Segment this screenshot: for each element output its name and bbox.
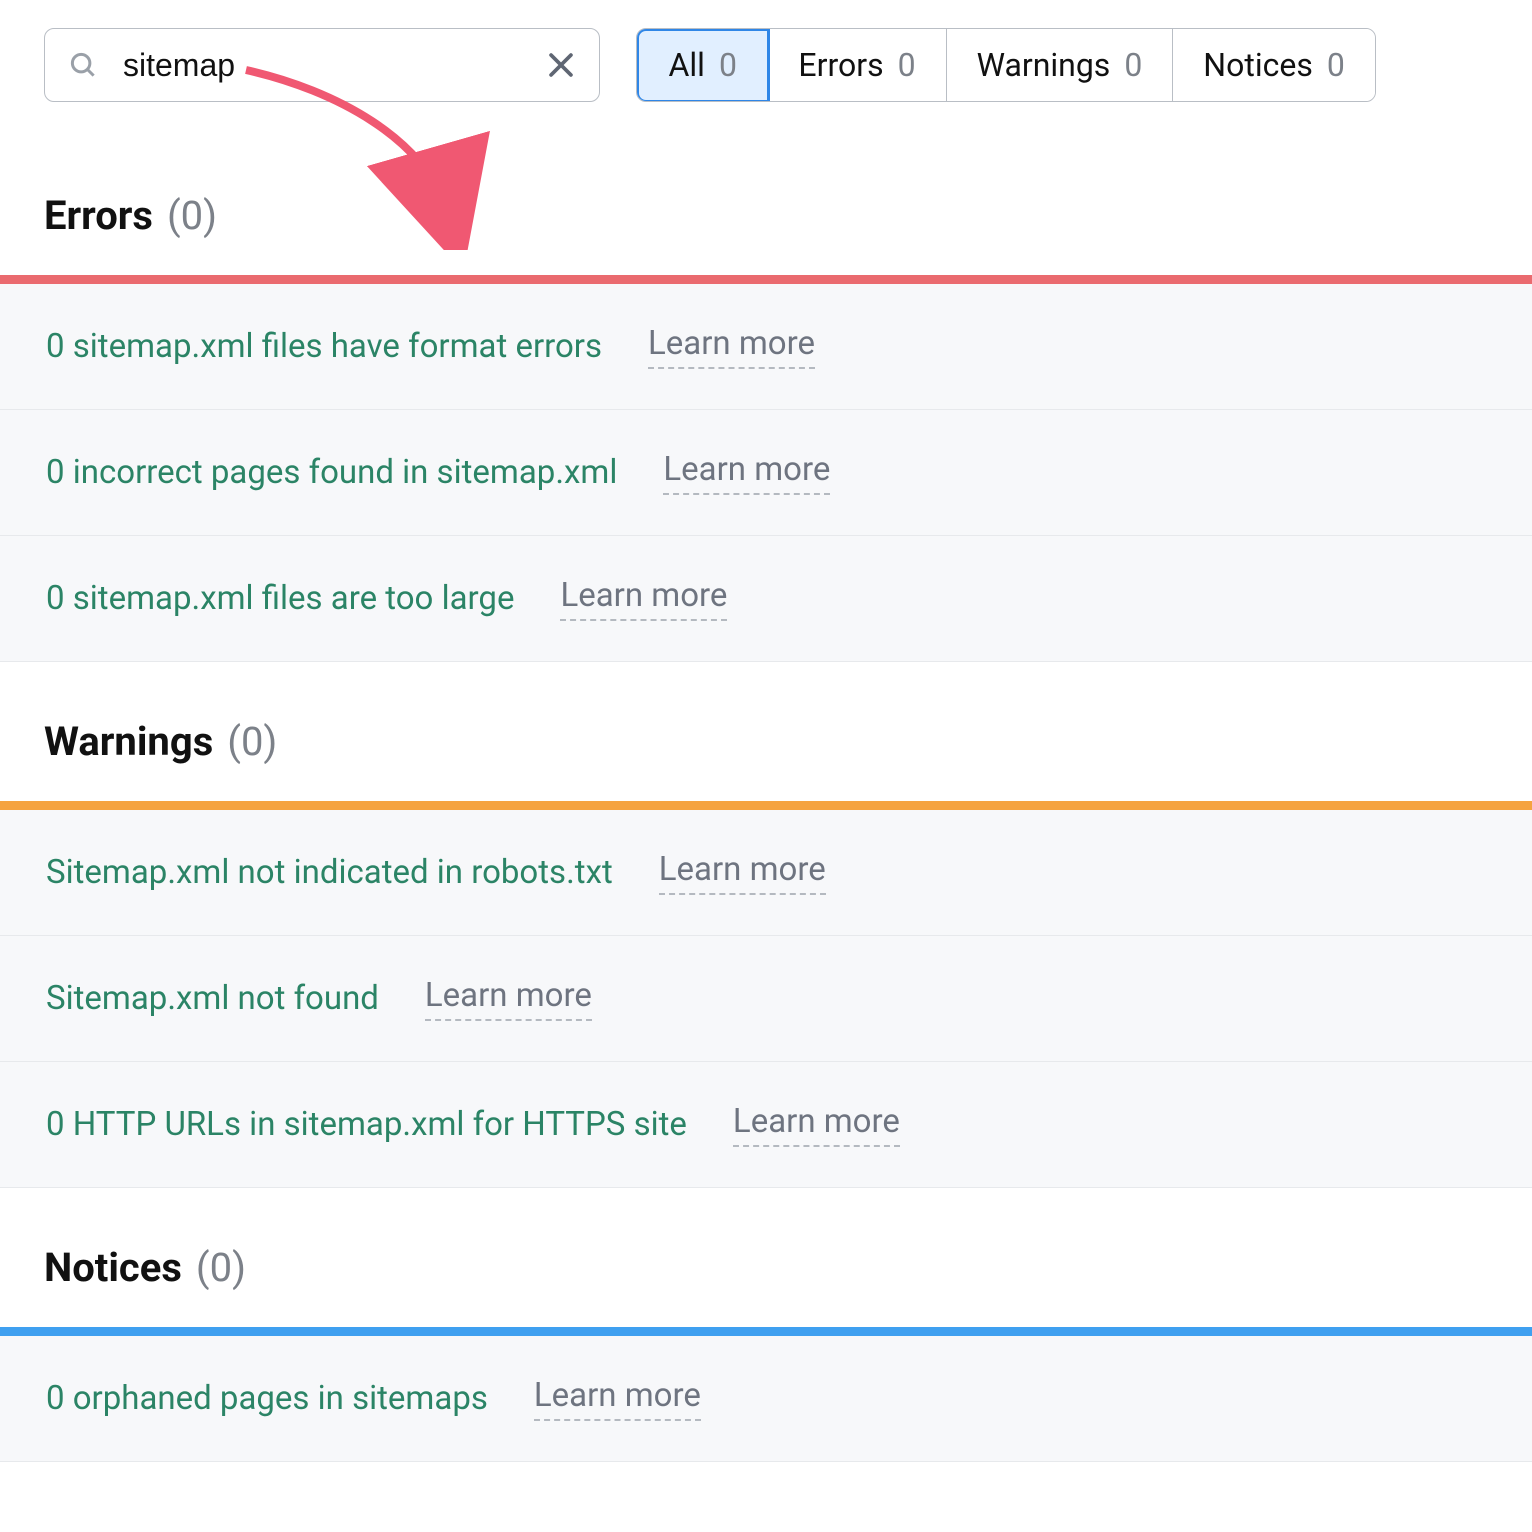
section-header-warnings: Warnings (0)	[0, 662, 1532, 801]
filter-tab-notices[interactable]: Notices 0	[1173, 29, 1375, 101]
issue-row[interactable]: 0 sitemap.xml files are too large Learn …	[0, 536, 1532, 662]
filter-count: 0	[898, 46, 916, 84]
filter-label: Errors	[798, 46, 883, 84]
section-title: Notices	[44, 1244, 182, 1291]
issue-text: 0 sitemap.xml files have format errors	[46, 327, 602, 366]
filter-label: All	[669, 46, 705, 84]
search-input[interactable]	[44, 28, 600, 102]
filter-tab-all[interactable]: All 0	[636, 28, 770, 102]
section-count: (0)	[167, 192, 217, 239]
learn-more-link[interactable]: Learn more	[659, 850, 826, 895]
issues-notices: 0 orphaned pages in sitemaps Learn more	[0, 1336, 1532, 1462]
learn-more-link[interactable]: Learn more	[733, 1102, 900, 1147]
filter-count: 0	[1124, 46, 1142, 84]
divider-errors	[0, 275, 1532, 284]
issue-row[interactable]: Sitemap.xml not indicated in robots.txt …	[0, 810, 1532, 936]
filter-tab-warnings[interactable]: Warnings 0	[947, 29, 1174, 101]
issue-text: 0 orphaned pages in sitemaps	[46, 1379, 488, 1418]
issue-text: Sitemap.xml not found	[46, 979, 379, 1018]
section-title: Errors	[44, 192, 153, 239]
learn-more-link[interactable]: Learn more	[560, 576, 727, 621]
issue-row[interactable]: 0 HTTP URLs in sitemap.xml for HTTPS sit…	[0, 1062, 1532, 1188]
issue-text: 0 sitemap.xml files are too large	[46, 579, 514, 618]
filter-tab-errors[interactable]: Errors 0	[768, 29, 946, 101]
issues-errors: 0 sitemap.xml files have format errors L…	[0, 284, 1532, 662]
section-header-errors: Errors (0)	[0, 102, 1532, 275]
issue-row[interactable]: 0 incorrect pages found in sitemap.xml L…	[0, 410, 1532, 536]
section-header-notices: Notices (0)	[0, 1188, 1532, 1327]
issues-warnings: Sitemap.xml not indicated in robots.txt …	[0, 810, 1532, 1188]
issue-row[interactable]: 0 sitemap.xml files have format errors L…	[0, 284, 1532, 410]
search-box[interactable]	[44, 28, 600, 102]
issue-text: 0 incorrect pages found in sitemap.xml	[46, 453, 617, 492]
section-title: Warnings	[44, 718, 213, 765]
section-count: (0)	[227, 718, 277, 765]
issue-text: Sitemap.xml not indicated in robots.txt	[46, 853, 613, 892]
learn-more-link[interactable]: Learn more	[425, 976, 592, 1021]
filter-tabs: All 0 Errors 0 Warnings 0 Notices 0	[636, 28, 1376, 102]
filter-count: 0	[1327, 46, 1345, 84]
filter-label: Notices	[1203, 46, 1313, 84]
divider-notices	[0, 1327, 1532, 1336]
learn-more-link[interactable]: Learn more	[663, 450, 830, 495]
divider-warnings	[0, 801, 1532, 810]
learn-more-link[interactable]: Learn more	[534, 1376, 701, 1421]
issue-text: 0 HTTP URLs in sitemap.xml for HTTPS sit…	[46, 1105, 687, 1144]
issue-row[interactable]: Sitemap.xml not found Learn more	[0, 936, 1532, 1062]
issue-row[interactable]: 0 orphaned pages in sitemaps Learn more	[0, 1336, 1532, 1462]
learn-more-link[interactable]: Learn more	[648, 324, 815, 369]
section-count: (0)	[196, 1244, 246, 1291]
close-icon[interactable]	[544, 48, 578, 82]
filter-label: Warnings	[977, 46, 1111, 84]
filter-count: 0	[719, 46, 737, 84]
